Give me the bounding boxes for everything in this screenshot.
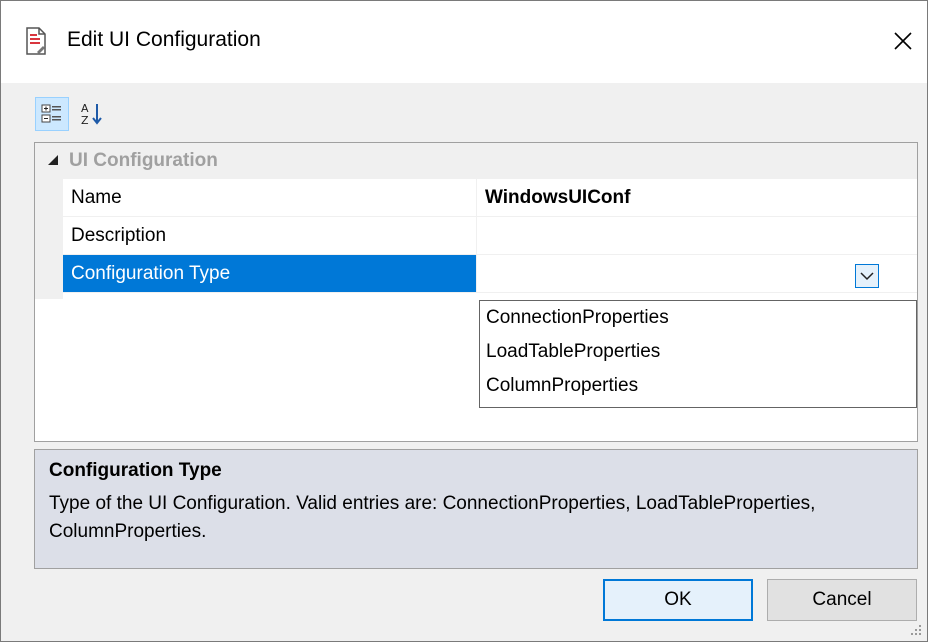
ok-button[interactable]: OK [603,579,753,621]
description-panel: Configuration Type Type of the UI Config… [34,449,918,569]
dropdown-option[interactable]: LoadTableProperties [480,335,916,369]
property-name: Name [63,179,477,216]
window-title: Edit UI Configuration [67,28,261,51]
description-text: Type of the UI Configuration. Valid entr… [49,493,816,542]
collapse-triangle-icon[interactable] [47,153,59,171]
cancel-button[interactable]: Cancel [767,579,917,621]
property-row-configuration-type[interactable]: Configuration Type [63,255,917,293]
property-value[interactable] [477,255,917,292]
sort-alphabetical-icon[interactable]: A Z [75,97,109,131]
resize-grip-icon[interactable] [909,623,923,642]
property-value[interactable]: WindowsUIConf [477,179,917,216]
close-icon[interactable] [881,19,925,63]
svg-text:Z: Z [81,114,89,127]
property-row-name[interactable]: Name WindowsUIConf [63,179,917,217]
document-icon [25,27,47,55]
configuration-type-dropdown-list: ConnectionProperties LoadTableProperties… [479,300,917,408]
property-row-description[interactable]: Description [63,217,917,255]
edit-ui-configuration-dialog: Edit UI Configuration A Z UI Configurati… [0,0,928,642]
dropdown-button[interactable] [855,264,879,288]
categorized-view-icon[interactable] [35,97,69,131]
category-row[interactable]: UI Configuration [35,143,917,179]
property-name: Description [63,217,477,254]
property-name: Configuration Type [63,255,477,292]
grid-gutter [35,179,63,299]
dropdown-option[interactable]: ConnectionProperties [480,301,916,335]
property-value[interactable] [477,217,917,254]
property-grid: UI Configuration Name WindowsUIConf Desc… [34,142,918,442]
category-label: UI Configuration [69,150,218,171]
description-title: Configuration Type [49,460,222,481]
dropdown-option[interactable]: ColumnProperties [480,369,916,403]
title-bar: Edit UI Configuration [1,1,927,83]
